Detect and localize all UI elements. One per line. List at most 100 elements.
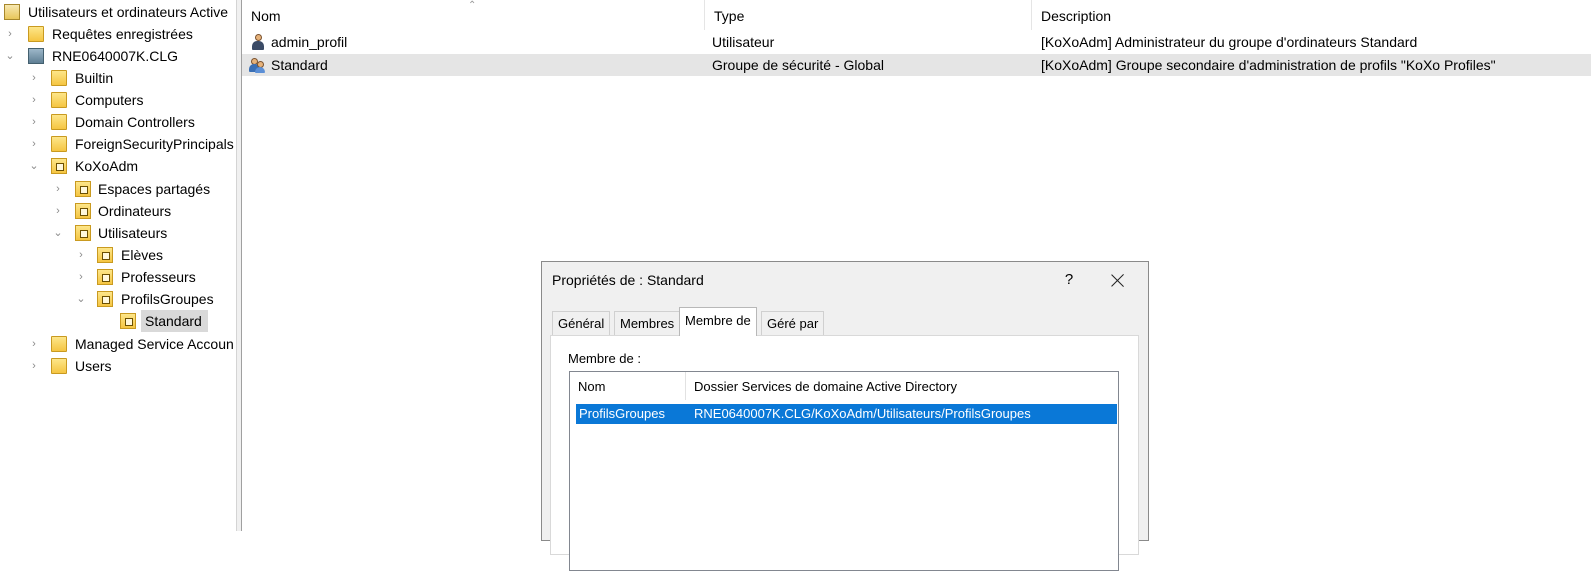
row-description: [KoXoAdm] Groupe secondaire d'administra… (1041, 57, 1496, 73)
tab-general[interactable]: Général (552, 311, 611, 335)
tab-panel-membre-de: Membre de : Nom Dossier Services de doma… (550, 335, 1139, 571)
chevron-right-icon[interactable]: › (28, 355, 40, 377)
column-header-label: Description (1041, 8, 1112, 24)
tree-item-label: KoXoAdm (75, 158, 139, 174)
ou-folder-icon (75, 203, 91, 219)
tab-gere-par[interactable]: Géré par (761, 311, 825, 335)
folder-icon (51, 136, 67, 152)
ou-folder-icon (97, 291, 113, 307)
chevron-right-icon[interactable]: › (4, 23, 16, 45)
tree-item-label: Builtin (75, 70, 114, 86)
chevron-down-icon[interactable]: ⌄ (4, 45, 16, 67)
column-header-description[interactable]: Description (1032, 0, 1591, 30)
ou-folder-icon (120, 313, 136, 329)
sort-ascending-icon: ⌃ (468, 0, 477, 11)
row-folder: RNE0640007K.CLG/KoXoAdm/Utilisateurs/Pro… (694, 406, 1031, 421)
tree-item-computers[interactable]: › Computers (0, 89, 236, 111)
tree-item-label: RNE0640007K.CLG (52, 48, 179, 64)
tree-item-label: Utilisateurs (98, 225, 168, 241)
chevron-down-icon[interactable]: ⌄ (28, 155, 40, 177)
tree-item-label: Ordinateurs (98, 203, 172, 219)
domain-icon (28, 48, 44, 64)
tree-item-label: Users (75, 358, 112, 374)
chevron-right-icon[interactable]: › (28, 67, 40, 89)
column-header-folder[interactable]: Dossier Services de domaine Active Direc… (686, 372, 1118, 400)
chevron-right-icon[interactable]: › (28, 333, 40, 355)
row-name: Standard (271, 57, 328, 73)
tree-item-label: Standard (141, 310, 208, 332)
chevron-down-icon[interactable]: ⌄ (75, 288, 87, 310)
chevron-down-icon[interactable]: ⌄ (52, 222, 64, 244)
tree-item-label: Professeurs (121, 269, 196, 285)
close-button[interactable] (1105, 268, 1131, 294)
tree-item-ordinateurs[interactable]: › Ordinateurs (0, 200, 236, 222)
group-icon (249, 57, 265, 73)
column-header-name[interactable]: Nom ⌃ (242, 0, 705, 30)
member-of-list[interactable]: Nom Dossier Services de domaine Active D… (569, 371, 1119, 571)
member-of-row[interactable]: ProfilsGroupes RNE0640007K.CLG/KoXoAdm/U… (576, 404, 1117, 424)
tree-item-koxoadm[interactable]: ⌄ KoXoAdm (0, 155, 236, 177)
ou-folder-icon (97, 269, 113, 285)
tree-item-label: Elèves (121, 247, 164, 263)
row-type: Utilisateur (712, 34, 775, 50)
snapin-icon (4, 4, 20, 20)
chevron-right-icon[interactable]: › (52, 200, 64, 222)
properties-dialog: Propriétés de : Standard ? Général Membr… (541, 261, 1149, 571)
folder-icon (51, 92, 67, 108)
tree-item-users[interactable]: › Users (0, 355, 236, 377)
chevron-right-icon[interactable]: › (75, 266, 87, 288)
tree-root[interactable]: Utilisateurs et ordinateurs Active (0, 1, 236, 23)
help-button[interactable]: ? (1057, 268, 1081, 292)
tree-item-label: Domain Controllers (75, 114, 195, 130)
chevron-right-icon[interactable]: › (75, 244, 87, 266)
column-header-label: Nom (251, 8, 281, 24)
tree-item-domain[interactable]: ⌄ RNE0640007K.CLG (0, 45, 236, 67)
column-header-name[interactable]: Nom (570, 372, 686, 400)
console-tree: Utilisateurs et ordinateurs Active › Req… (0, 0, 236, 531)
tree-item-saved-queries[interactable]: › Requêtes enregistrées (0, 23, 236, 45)
tree-item-label: Espaces partagés (98, 181, 211, 197)
ou-folder-icon (51, 158, 67, 174)
dialog-title: Propriétés de : Standard (552, 272, 704, 288)
tree-item-label: Requêtes enregistrées (52, 26, 193, 42)
tree-item-label: ForeignSecurityPrincipals (75, 136, 234, 152)
ou-folder-icon (75, 225, 91, 241)
tree-item-label: ProfilsGroupes (121, 291, 214, 307)
tree-item-standard[interactable]: Standard (0, 310, 236, 332)
tree-item-utilisateurs[interactable]: ⌄ Utilisateurs (0, 222, 236, 244)
tree-root-label: Utilisateurs et ordinateurs Active (28, 4, 228, 20)
chevron-right-icon[interactable]: › (28, 111, 40, 133)
tree-item-espaces-partages[interactable]: › Espaces partagés (0, 178, 236, 200)
column-header-label: Type (714, 8, 745, 24)
tree-item-label: Computers (75, 92, 144, 108)
tree-item-managed-service-accounts[interactable]: › Managed Service Accoun (0, 333, 236, 355)
tree-item-profilsgroupes[interactable]: ⌄ ProfilsGroupes (0, 288, 236, 310)
tree-item-domain-controllers[interactable]: › Domain Controllers (0, 111, 236, 133)
tab-membres[interactable]: Membres (614, 311, 681, 335)
column-header-type[interactable]: Type (705, 0, 1032, 30)
list-row[interactable]: Standard Groupe de sécurité - Global [Ko… (242, 54, 1591, 76)
tree-item-eleves[interactable]: › Elèves (0, 244, 236, 266)
folder-icon (51, 114, 67, 130)
ou-folder-icon (97, 247, 113, 263)
user-icon (250, 34, 266, 50)
row-name: ProfilsGroupes (579, 406, 665, 421)
tab-membre-de[interactable]: Membre de (679, 307, 757, 336)
folder-icon (28, 26, 44, 42)
chevron-right-icon[interactable]: › (28, 89, 40, 111)
member-of-label: Membre de : (568, 351, 641, 366)
ou-folder-icon (75, 181, 91, 197)
chevron-right-icon[interactable]: › (52, 178, 64, 200)
tree-item-builtin[interactable]: › Builtin (0, 67, 236, 89)
folder-icon (51, 70, 67, 86)
row-name: admin_profil (271, 34, 348, 50)
chevron-right-icon[interactable]: › (28, 133, 40, 155)
list-row[interactable]: admin_profil Utilisateur [KoXoAdm] Admin… (242, 31, 1591, 53)
folder-icon (51, 336, 67, 352)
tree-item-professeurs[interactable]: › Professeurs (0, 266, 236, 288)
folder-icon (51, 358, 67, 374)
row-description: [KoXoAdm] Administrateur du groupe d'ord… (1041, 34, 1418, 50)
tree-item-label: Managed Service Accoun (75, 336, 234, 352)
tree-item-foreign-security-principals[interactable]: › ForeignSecurityPrincipals (0, 133, 236, 155)
row-type: Groupe de sécurité - Global (712, 57, 884, 73)
